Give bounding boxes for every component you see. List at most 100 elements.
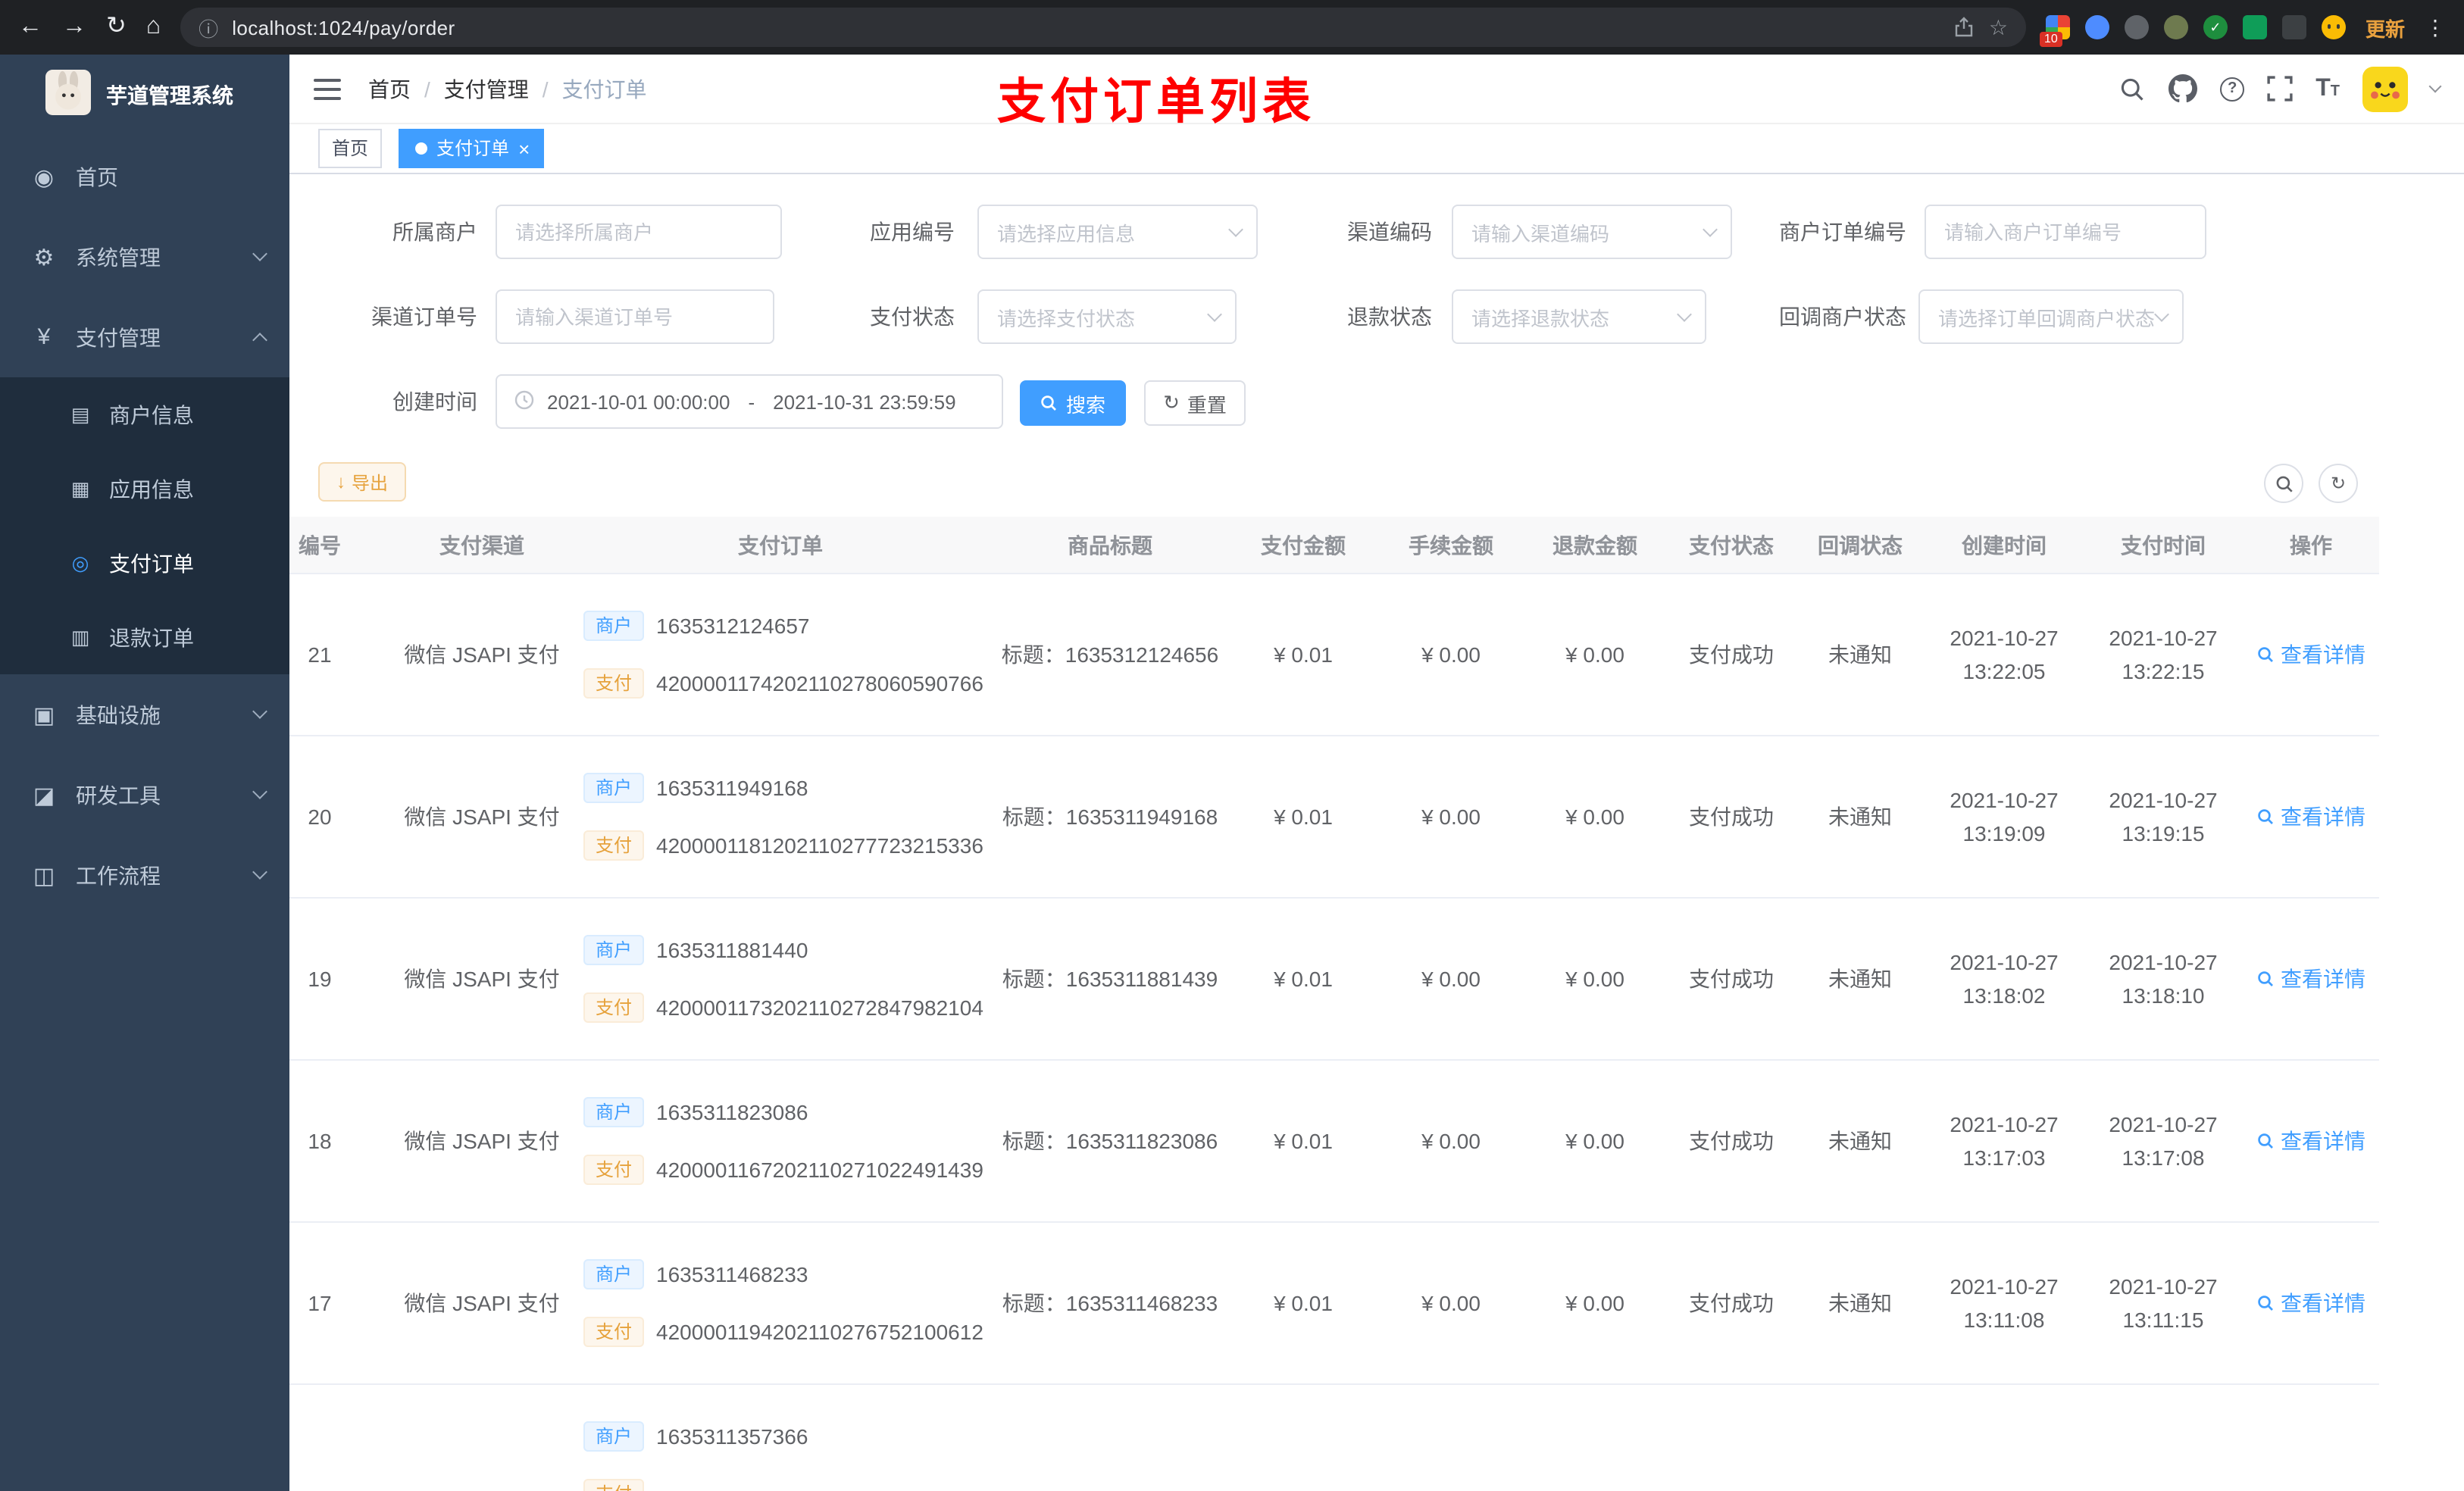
- cell-order: 商户 1635311468233 支付 42000011942021102767521…: [568, 1223, 993, 1383]
- profile-avatar-icon[interactable]: [2321, 15, 2346, 39]
- sidebar-item-merchant-info[interactable]: ▤ 商户信息: [0, 377, 289, 452]
- cell-order: 商户 1635311823086 支付 42000011672021102710224…: [568, 1061, 993, 1221]
- sidebar-item-home[interactable]: ◉ 首页: [0, 136, 289, 217]
- chevron-down-icon: [1677, 307, 1692, 322]
- breadcrumb: 首页 / 支付管理 / 支付订单: [368, 73, 647, 104]
- extension-icon[interactable]: ✓: [2203, 15, 2228, 39]
- fullscreen-icon[interactable]: [2267, 76, 2293, 102]
- help-icon[interactable]: ?: [2220, 77, 2245, 101]
- search-icon[interactable]: [2118, 75, 2146, 102]
- font-size-icon[interactable]: TT: [2315, 75, 2340, 102]
- view-detail-link[interactable]: 查看详情: [2256, 802, 2366, 832]
- cell-pay: [2084, 1385, 2243, 1491]
- table-row: 商户1635311357366支付: [289, 1385, 2379, 1491]
- cell-pay: 2021-10-27 13:22:15: [2109, 626, 2218, 683]
- breadcrumb-payment[interactable]: 支付管理: [444, 73, 529, 104]
- browser-forward-icon[interactable]: →: [62, 14, 86, 39]
- cell-pay: 2021-10-27 13:19:15: [2109, 788, 2218, 846]
- search-toggle-button[interactable]: [2264, 464, 2303, 503]
- extension-pin-icon[interactable]: [2281, 15, 2306, 39]
- browser-menu-icon[interactable]: ⋮: [2425, 17, 2446, 38]
- export-button[interactable]: ↓ 导出: [318, 462, 407, 502]
- breadcrumb-home[interactable]: 首页: [368, 73, 411, 104]
- cell-notify: 未通知: [1828, 1291, 1892, 1315]
- filter-channel-order-no-input[interactable]: [496, 289, 774, 344]
- site-info-icon[interactable]: ⓘ: [199, 13, 218, 42]
- sidebar-item-payment[interactable]: ¥ 支付管理: [0, 297, 289, 377]
- sidebar-item-label: 支付订单: [109, 551, 194, 575]
- cell-create: 2021-10-27 13:18:02: [1950, 950, 2059, 1008]
- cell-pay: 2021-10-27 13:18:10: [2109, 950, 2218, 1008]
- extension-icon[interactable]: 10: [2039, 15, 2070, 47]
- cell-refund: ¥ 0.00: [1565, 805, 1624, 829]
- sidebar-item-infrastructure[interactable]: ▣ 基础设施: [0, 674, 289, 755]
- cell-channel: 微信 JSAPI 支付: [404, 642, 560, 667]
- user-avatar[interactable]: [2362, 66, 2408, 111]
- share-icon[interactable]: [1954, 17, 1975, 38]
- sidebar-item-workflow[interactable]: ◫ 工作流程: [0, 835, 289, 915]
- cell-title: 标题：1635312124656: [1001, 642, 1219, 667]
- filter-app-select[interactable]: 请选择应用信息: [977, 205, 1258, 259]
- chevron-down-icon: [252, 703, 267, 718]
- browser-reload-icon[interactable]: ↻: [106, 14, 127, 39]
- browser-update-button[interactable]: 更新: [2366, 13, 2405, 42]
- filter-channel-code-select[interactable]: 请输入渠道编码: [1452, 205, 1732, 259]
- chevron-down-icon: [2154, 307, 2169, 322]
- sidebar-item-system[interactable]: ⚙ 系统管理: [0, 217, 289, 297]
- cell-id: [289, 1385, 396, 1491]
- create-time-range-picker[interactable]: 2021-10-01 00:00:00 - 2021-10-31 23:59:5…: [496, 374, 1003, 429]
- view-detail-link[interactable]: 查看详情: [2256, 639, 2366, 670]
- extension-icon[interactable]: [2163, 15, 2188, 39]
- cell-action: 查看详情: [2243, 899, 2379, 1059]
- header-actions: ? TT: [2118, 66, 2442, 111]
- view-detail-link[interactable]: 查看详情: [2256, 1126, 2366, 1156]
- sidebar-item-label: 系统管理: [76, 245, 161, 269]
- view-detail-link[interactable]: 查看详情: [2256, 964, 2366, 994]
- column-header-10: 支付时间: [2121, 533, 2206, 557]
- avatar-dropdown-icon[interactable]: [2428, 80, 2442, 93]
- sidebar-item-devtools[interactable]: ◪ 研发工具: [0, 755, 289, 835]
- filter-merchant-order-no-input[interactable]: [1925, 205, 2206, 259]
- cell-action: 查看详情: [2243, 1223, 2379, 1383]
- merchant-tag: 商户: [583, 1421, 645, 1452]
- filter-notify-status-select[interactable]: 请选择订单回调商户状态: [1918, 289, 2184, 344]
- grid-icon: ▦: [70, 477, 90, 499]
- bookmark-star-icon[interactable]: ☆: [1989, 14, 2008, 40]
- browser-back-icon[interactable]: ←: [18, 14, 42, 39]
- sidebar-item-app-info[interactable]: ▦ 应用信息: [0, 452, 289, 526]
- browser-home-icon[interactable]: ⌂: [146, 14, 161, 39]
- cell-status: 支付成功: [1689, 642, 1774, 667]
- cell-channel: [396, 1385, 568, 1491]
- merchant-tag: 商户: [583, 935, 645, 965]
- filter-label-pay-status: 支付状态: [870, 305, 955, 329]
- extension-icon[interactable]: [2124, 15, 2149, 39]
- filter-merchant-input[interactable]: [496, 205, 782, 259]
- hamburger-icon[interactable]: [314, 78, 341, 99]
- column-header-1: 支付渠道: [439, 533, 524, 557]
- cell-channel: 微信 JSAPI 支付: [404, 805, 560, 829]
- cell-create: 2021-10-27 13:22:05: [1950, 626, 2059, 683]
- extension-icon[interactable]: [2084, 15, 2109, 39]
- tab-pay-order[interactable]: 支付订单 ×: [399, 129, 544, 168]
- view-detail-link[interactable]: 查看详情: [2256, 1288, 2366, 1318]
- github-icon[interactable]: [2169, 74, 2198, 103]
- filter-pay-status-select[interactable]: 请选择支付状态: [977, 289, 1237, 344]
- sidebar-item-pay-order[interactable]: ◎ 支付订单: [0, 526, 289, 600]
- app-logo[interactable]: 芋道管理系统: [0, 55, 289, 136]
- address-bar[interactable]: ⓘ localhost:1024/pay/order ☆: [180, 8, 2026, 47]
- sidebar-item-refund-order[interactable]: ▥ 退款订单: [0, 600, 289, 674]
- search-button[interactable]: 搜索: [1020, 380, 1126, 426]
- filter-refund-status-select[interactable]: 请选择退款状态: [1452, 289, 1706, 344]
- cell-refund: ¥ 0.00: [1565, 1129, 1624, 1153]
- cell-status: 支付成功: [1689, 805, 1774, 829]
- merchant-tag: 商户: [583, 1259, 645, 1289]
- tab-close-icon[interactable]: ×: [518, 139, 530, 158]
- pay-tag: 支付: [583, 1317, 645, 1347]
- cell-channel: 微信 JSAPI 支付: [404, 1129, 560, 1153]
- refresh-table-button[interactable]: ↻: [2319, 464, 2358, 503]
- reset-button[interactable]: ↻ 重置: [1144, 380, 1246, 426]
- cell-fee: ¥ 0.00: [1421, 805, 1481, 829]
- tab-home[interactable]: 首页: [318, 129, 383, 168]
- extension-icon[interactable]: [2242, 15, 2267, 39]
- chevron-down-icon: [252, 864, 267, 879]
